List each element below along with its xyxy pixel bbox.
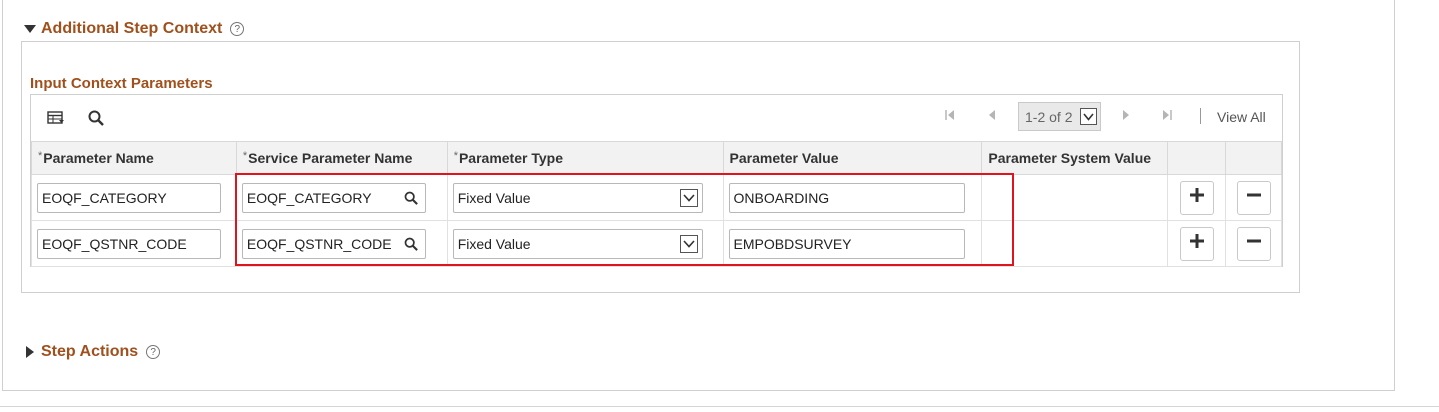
add-row-button[interactable] bbox=[1179, 226, 1214, 261]
service-parameter-name-value: EOQF_QSTNR_CODE bbox=[246, 235, 392, 252]
input-context-parameters-grid: 1-2 of 2 View All *Parameter Name *Servi… bbox=[30, 94, 1283, 267]
table-cell bbox=[1167, 174, 1227, 221]
column-header-parameter-value[interactable]: Parameter Value bbox=[722, 141, 983, 175]
table-header-row: *Parameter Name *Service Parameter Name … bbox=[31, 141, 1282, 175]
table-cell: EOQF_QSTNR_CODE bbox=[31, 220, 237, 267]
column-header-parameter-system-value[interactable]: Parameter System Value bbox=[981, 141, 1169, 175]
table-cell: EOQF_QSTNR_CODE bbox=[235, 220, 448, 267]
column-header-service-parameter-name[interactable]: *Service Parameter Name bbox=[235, 141, 448, 175]
delete-row-icon bbox=[1246, 233, 1262, 254]
column-header-label: Service Parameter Name bbox=[248, 150, 413, 166]
column-header-add bbox=[1167, 141, 1227, 175]
required-marker: * bbox=[453, 150, 458, 162]
table-cell: EMPOBDSURVEY bbox=[722, 220, 983, 267]
add-row-icon bbox=[1189, 187, 1205, 208]
required-marker: * bbox=[38, 150, 43, 162]
column-header-label: Parameter System Value bbox=[988, 150, 1152, 166]
chevron-right-icon bbox=[23, 345, 37, 359]
section-title: Additional Step Context bbox=[41, 20, 223, 37]
table-cell bbox=[1225, 220, 1282, 267]
delete-row-icon bbox=[1246, 187, 1262, 208]
dropdown-arrow-icon bbox=[679, 234, 698, 253]
parameter-system-value-cell bbox=[981, 174, 1169, 221]
dropdown-arrow-icon bbox=[679, 188, 698, 207]
help-icon[interactable]: ? bbox=[146, 345, 161, 359]
column-header-parameter-type[interactable]: *Parameter Type bbox=[446, 141, 724, 175]
parameter-name-input[interactable]: EOQF_CATEGORY bbox=[37, 182, 221, 213]
lookup-icon[interactable] bbox=[402, 235, 419, 252]
table-cell: EOQF_CATEGORY bbox=[235, 174, 448, 221]
service-parameter-name-value: EOQF_CATEGORY bbox=[246, 189, 372, 206]
page-range: 1-2 of 2 bbox=[1025, 108, 1073, 125]
table-cell: EOQF_CATEGORY bbox=[31, 174, 237, 221]
page-divider bbox=[0, 406, 1439, 407]
delete-row-button[interactable] bbox=[1236, 180, 1271, 215]
toolbar-separator bbox=[1200, 108, 1201, 124]
dropdown-arrow-icon bbox=[1080, 108, 1097, 125]
chevron-down-icon bbox=[23, 22, 37, 36]
parameter-value-input[interactable]: EMPOBDSURVEY bbox=[728, 228, 965, 259]
first-page-icon[interactable] bbox=[944, 109, 956, 124]
parameter-type-value: Fixed Value bbox=[457, 189, 531, 206]
table-row: EOQF_QSTNR_CODE EOQF_QSTNR_CODE Fixed Va… bbox=[31, 220, 1282, 267]
search-icon[interactable] bbox=[86, 108, 106, 128]
parameters-table: *Parameter Name *Service Parameter Name … bbox=[31, 141, 1282, 267]
column-header-delete bbox=[1225, 141, 1282, 175]
page-range-select[interactable]: 1-2 of 2 bbox=[1018, 102, 1101, 131]
view-all-link[interactable]: View All bbox=[1217, 109, 1266, 125]
table-cell: Fixed Value bbox=[446, 220, 724, 267]
table-row: EOQF_CATEGORY EOQF_CATEGORY Fixed Value bbox=[31, 174, 1282, 221]
table-cell: Fixed Value bbox=[446, 174, 724, 221]
column-header-label: Parameter Name bbox=[43, 150, 154, 166]
service-parameter-name-input[interactable]: EOQF_QSTNR_CODE bbox=[241, 228, 426, 259]
delete-row-button[interactable] bbox=[1236, 226, 1271, 261]
previous-page-icon[interactable] bbox=[987, 109, 997, 124]
add-row-icon bbox=[1189, 233, 1205, 254]
service-parameter-name-input[interactable]: EOQF_CATEGORY bbox=[241, 182, 426, 213]
parameter-type-select[interactable]: Fixed Value bbox=[452, 228, 703, 259]
column-header-label: Parameter Type bbox=[458, 150, 563, 166]
column-header-label: Parameter Value bbox=[729, 150, 839, 166]
parameter-value-input[interactable]: ONBOARDING bbox=[728, 182, 965, 213]
table-cell bbox=[1167, 220, 1227, 267]
next-page-icon[interactable] bbox=[1121, 109, 1131, 124]
personalize-grid-icon[interactable] bbox=[46, 108, 66, 128]
step-actions-header[interactable]: Step Actions ? bbox=[23, 343, 161, 361]
parameter-type-value: Fixed Value bbox=[457, 235, 531, 252]
grid-toolbar: 1-2 of 2 View All bbox=[31, 95, 1282, 141]
lookup-icon[interactable] bbox=[402, 189, 419, 206]
additional-step-context-header[interactable]: Additional Step Context ? bbox=[23, 20, 245, 38]
required-marker: * bbox=[242, 150, 248, 162]
last-page-icon[interactable] bbox=[1161, 109, 1173, 124]
grid-title: Input Context Parameters bbox=[30, 75, 213, 92]
add-row-button[interactable] bbox=[1179, 180, 1214, 215]
parameter-type-select[interactable]: Fixed Value bbox=[452, 182, 703, 213]
section-title: Step Actions bbox=[41, 343, 139, 360]
column-header-parameter-name[interactable]: *Parameter Name bbox=[31, 141, 237, 175]
table-cell: ONBOARDING bbox=[722, 174, 983, 221]
table-cell bbox=[1225, 174, 1282, 221]
help-icon[interactable]: ? bbox=[230, 22, 245, 36]
parameter-name-input[interactable]: EOQF_QSTNR_CODE bbox=[37, 228, 221, 259]
parameter-system-value-cell bbox=[981, 220, 1169, 267]
